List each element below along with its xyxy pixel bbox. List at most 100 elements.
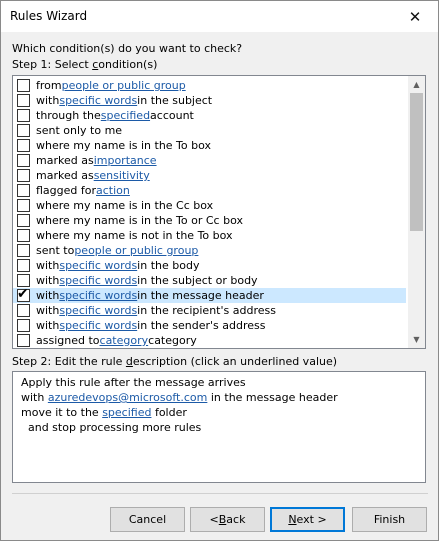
- condition-checkbox[interactable]: [17, 304, 30, 317]
- condition-row[interactable]: with specific words in the body: [13, 258, 406, 273]
- divider: [12, 493, 428, 494]
- condition-row[interactable]: ✔ with specific words in the message head…: [13, 286, 406, 303]
- condition-row[interactable]: where my name is in the To or Cc box: [13, 213, 406, 228]
- scroll-thumb[interactable]: [410, 93, 423, 231]
- description-text: with: [21, 391, 48, 404]
- condition-text: where my name is in the To box: [36, 139, 212, 152]
- condition-checkbox[interactable]: [17, 184, 30, 197]
- condition-link[interactable]: sensitivity: [94, 169, 150, 182]
- finish-button[interactable]: Finish: [352, 507, 427, 532]
- condition-row[interactable]: from people or public group: [13, 78, 406, 93]
- description-text: and stop processing more rules: [21, 421, 202, 434]
- description-text: move it to the: [21, 406, 103, 419]
- condition-link[interactable]: category: [100, 334, 149, 347]
- condition-checkbox[interactable]: [17, 169, 30, 182]
- condition-link[interactable]: specific words: [59, 274, 137, 287]
- condition-row[interactable]: marked as importance: [13, 153, 406, 168]
- condition-row[interactable]: through the specified account: [13, 108, 406, 123]
- condition-checkbox[interactable]: [17, 259, 30, 272]
- condition-text-suffix: in the body: [137, 259, 200, 272]
- condition-text-suffix: in the subject or body: [137, 274, 258, 287]
- condition-link[interactable]: people or public group: [74, 244, 198, 257]
- condition-link[interactable]: people or public group: [62, 79, 186, 92]
- condition-text: assigned to: [36, 334, 100, 347]
- condition-text-suffix: account: [150, 109, 194, 122]
- condition-checkbox[interactable]: [17, 154, 30, 167]
- back-button-accesskey: B: [218, 513, 227, 526]
- condition-text-suffix: in the subject: [137, 94, 213, 107]
- next-button-accesskey: N: [288, 513, 297, 526]
- condition-row[interactable]: assigned to category category: [13, 333, 406, 348]
- condition-checkbox[interactable]: [17, 139, 30, 152]
- condition-text: flagged for: [36, 184, 97, 197]
- description-line: and stop processing more rules: [21, 421, 417, 436]
- condition-checkbox[interactable]: [17, 199, 30, 212]
- condition-text: where my name is not in the To box: [36, 229, 233, 242]
- condition-row[interactable]: where my name is in the Cc box: [13, 198, 406, 213]
- condition-checkbox[interactable]: [17, 124, 30, 137]
- condition-checkbox[interactable]: [17, 319, 30, 332]
- condition-text-suffix: in the recipient's address: [137, 304, 276, 317]
- next-button[interactable]: Next >: [270, 507, 345, 532]
- step2-label-suffix: escription (click an underlined value): [132, 355, 338, 368]
- condition-link[interactable]: specified: [101, 109, 150, 122]
- condition-text: sent to: [36, 244, 75, 257]
- condition-text: with: [36, 94, 60, 107]
- condition-row[interactable]: with specific words in the sender's addr…: [13, 318, 406, 333]
- next-button-suffix: ext >: [296, 513, 327, 526]
- condition-row[interactable]: with specific words in the subject or bo…: [13, 273, 406, 288]
- scroll-down-icon[interactable]: ▼: [408, 331, 425, 348]
- condition-row[interactable]: sent to people or public group: [13, 243, 406, 258]
- condition-text-suffix: in the sender's address: [137, 319, 266, 332]
- condition-link[interactable]: specific words: [59, 94, 137, 107]
- step1-label-prefix: Step 1: Select: [12, 58, 93, 71]
- description-line: Apply this rule after the message arrive…: [21, 376, 417, 391]
- condition-text: where my name is in the To or Cc box: [36, 214, 243, 227]
- question-label: Which condition(s) do you want to check?: [12, 42, 243, 55]
- description-link[interactable]: specified: [102, 406, 151, 419]
- condition-checkbox[interactable]: [17, 214, 30, 227]
- condition-checkbox[interactable]: ✔: [17, 286, 30, 302]
- condition-checkbox[interactable]: [17, 244, 30, 257]
- description-link[interactable]: azuredevops@microsoft.com: [48, 391, 208, 404]
- step2-label: Step 2: Edit the rule description (click…: [12, 355, 337, 368]
- condition-checkbox[interactable]: [17, 109, 30, 122]
- condition-row[interactable]: where my name is in the To box: [13, 138, 406, 153]
- description-line: move it to the specified folder: [21, 406, 417, 421]
- close-icon[interactable]: ✕: [392, 1, 438, 32]
- condition-text: marked as: [36, 169, 94, 182]
- condition-link[interactable]: specific words: [59, 259, 137, 272]
- window-title: Rules Wizard: [10, 9, 88, 23]
- condition-row[interactable]: sent only to me: [13, 123, 406, 138]
- condition-text: through the: [36, 109, 101, 122]
- condition-text: with: [36, 289, 60, 302]
- description-line: with azuredevops@microsoft.com in the me…: [21, 391, 417, 406]
- conditions-list[interactable]: from people or public group with specific…: [12, 75, 426, 349]
- condition-row[interactable]: with specific words in the recipient's a…: [13, 303, 406, 318]
- condition-row[interactable]: where my name is not in the To box: [13, 228, 406, 243]
- conditions-scrollbar[interactable]: ▲ ▼: [408, 76, 425, 348]
- description-text: Apply this rule after the message arrive…: [21, 376, 246, 389]
- condition-link[interactable]: specific words: [59, 289, 137, 302]
- condition-checkbox[interactable]: [17, 229, 30, 242]
- condition-text-suffix: category: [148, 334, 197, 347]
- condition-link[interactable]: importance: [94, 154, 157, 167]
- scroll-up-icon[interactable]: ▲: [408, 76, 425, 93]
- checkmark-icon: ✔: [17, 286, 29, 302]
- back-button[interactable]: < Back: [190, 507, 265, 532]
- condition-link[interactable]: specific words: [59, 304, 137, 317]
- condition-row[interactable]: marked as sensitivity: [13, 168, 406, 183]
- condition-checkbox[interactable]: [17, 79, 30, 92]
- condition-row[interactable]: flagged for action: [13, 183, 406, 198]
- step2-label-prefix: Step 2: Edit the rule: [12, 355, 126, 368]
- step1-label: Step 1: Select condition(s): [12, 58, 157, 71]
- condition-text-suffix: in the message header: [137, 289, 264, 302]
- condition-link[interactable]: action: [96, 184, 130, 197]
- condition-checkbox[interactable]: [17, 94, 30, 107]
- cancel-button[interactable]: Cancel: [110, 507, 185, 532]
- condition-row[interactable]: with specific words in the subject: [13, 93, 406, 108]
- condition-checkbox[interactable]: [17, 334, 30, 347]
- condition-text: sent only to me: [36, 124, 123, 137]
- step2-label-accesskey: d: [125, 355, 133, 368]
- condition-link[interactable]: specific words: [59, 319, 137, 332]
